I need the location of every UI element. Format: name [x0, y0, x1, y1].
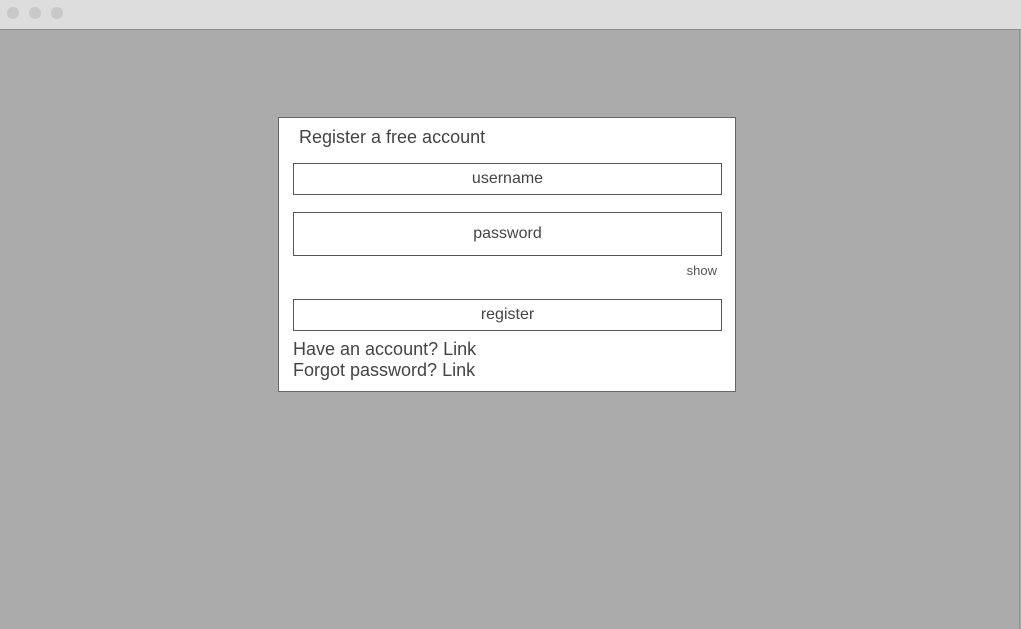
have-account-text: Have an account? — [293, 339, 444, 359]
forgot-password-text: Forgot password? — [293, 360, 443, 380]
window-close-dot-icon[interactable] — [7, 7, 19, 19]
window-minimize-dot-icon[interactable] — [29, 7, 41, 19]
have-account-line: Have an account? Link — [293, 339, 476, 360]
show-password-toggle[interactable]: show — [687, 263, 717, 278]
forgot-password-line: Forgot password? Link — [293, 360, 475, 381]
login-link[interactable]: Link — [443, 339, 476, 359]
window-titlebar — [0, 0, 1021, 30]
forgot-password-link[interactable]: Link — [442, 360, 475, 380]
window-maximize-dot-icon[interactable] — [51, 7, 63, 19]
app-window: Register a free account show register Ha… — [0, 0, 1021, 629]
window-right-border — [1019, 30, 1020, 629]
card-title: Register a free account — [299, 127, 486, 147]
register-button[interactable]: register — [293, 299, 722, 331]
username-input[interactable] — [293, 163, 722, 195]
register-card: Register a free account show register Ha… — [278, 117, 736, 392]
password-input[interactable] — [293, 212, 722, 256]
